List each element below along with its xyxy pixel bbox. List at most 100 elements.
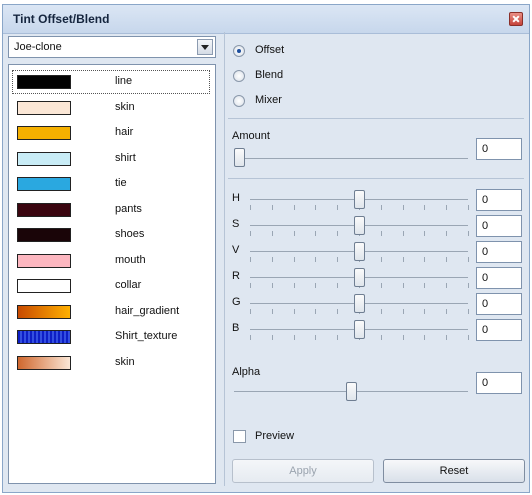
list-item[interactable]: shirt: [13, 148, 209, 170]
color-swatch: [17, 151, 71, 166]
list-item[interactable]: tie: [13, 173, 209, 195]
slider-tick: [250, 283, 251, 288]
amount-slider-track[interactable]: [234, 158, 468, 159]
list-item[interactable]: skin: [13, 352, 209, 374]
channel-slider-thumb[interactable]: [354, 216, 365, 235]
mode-blend-radio[interactable]: Blend: [233, 68, 433, 86]
color-swatch: [17, 126, 71, 140]
pane-divider: [224, 32, 225, 486]
slider-tick: [402, 309, 404, 314]
channel-label: R: [232, 270, 240, 282]
channel-value-field[interactable]: 0: [476, 293, 522, 315]
color-swatch: [17, 355, 71, 370]
slider-tick: [337, 335, 339, 340]
list-item[interactable]: Shirt_texture: [13, 326, 209, 348]
slider-tick: [337, 205, 339, 210]
character-select[interactable]: Joe-clone: [8, 36, 216, 58]
slider-tick: [271, 335, 273, 340]
slider-tick: [293, 283, 295, 288]
window-title: Tint Offset/Blend: [13, 12, 110, 26]
slider-tick: [424, 205, 426, 210]
apply-button[interactable]: Apply: [232, 459, 374, 483]
channel-label: S: [232, 218, 240, 230]
list-item-label: skin: [115, 100, 135, 113]
mode-offset-radio[interactable]: Offset: [233, 43, 433, 61]
channel-value-field[interactable]: 0: [476, 241, 522, 263]
mode-mixer-label: Mixer: [255, 94, 282, 106]
preview-checkbox[interactable]: [233, 430, 246, 443]
slider-tick: [315, 205, 317, 210]
alpha-slider-thumb[interactable]: [346, 382, 357, 401]
slider-tick: [424, 309, 426, 314]
slider-tick: [315, 283, 317, 288]
list-item[interactable]: hair_gradient: [13, 301, 209, 323]
radio-off-icon: [233, 70, 245, 82]
list-item-label: mouth: [115, 253, 146, 266]
color-swatch: [17, 100, 71, 115]
list-item[interactable]: skin: [13, 97, 209, 119]
channel-value-field[interactable]: 0: [476, 319, 522, 341]
channel-value-field[interactable]: 0: [476, 267, 522, 289]
slider-tick: [446, 205, 448, 210]
slider-tick: [402, 335, 404, 340]
slider-tick: [293, 205, 295, 210]
slider-tick: [315, 231, 317, 236]
color-swatch: [17, 304, 71, 319]
color-swatch: [17, 279, 71, 293]
slider-tick: [315, 309, 317, 314]
list-item-label: shirt: [115, 151, 136, 164]
slider-tick: [315, 335, 317, 340]
list-item[interactable]: collar: [13, 275, 209, 297]
slider-tick: [293, 257, 295, 262]
slider-tick: [271, 231, 273, 236]
slider-tick: [468, 231, 469, 236]
list-item-label: line: [115, 75, 133, 87]
list-item[interactable]: pants: [13, 199, 209, 221]
slider-tick: [293, 231, 295, 236]
list-item[interactable]: mouth: [13, 250, 209, 272]
channel-value-field[interactable]: 0: [476, 215, 522, 237]
color-style-list[interactable]: line skin hair shirt tie pants shoes mouth colla…: [8, 64, 216, 484]
slider-tick: [424, 257, 426, 262]
channel-slider-thumb[interactable]: [354, 242, 365, 261]
slider-tick: [402, 283, 404, 288]
channel-value-field[interactable]: 0: [476, 189, 522, 211]
close-icon[interactable]: [509, 12, 523, 26]
color-swatch: [17, 202, 71, 217]
slider-tick: [293, 335, 295, 340]
alpha-value-field[interactable]: 0: [476, 372, 522, 394]
chevron-down-icon[interactable]: [197, 39, 213, 55]
mode-mixer-radio[interactable]: Mixer: [233, 93, 433, 111]
amount-value-field[interactable]: 0: [476, 138, 522, 160]
channel-label: B: [232, 322, 240, 334]
slider-tick: [424, 231, 426, 236]
slider-tick: [250, 205, 251, 210]
reset-button[interactable]: Reset: [383, 459, 525, 483]
amount-slider-thumb[interactable]: [234, 148, 245, 167]
slider-tick: [380, 231, 382, 236]
slider-tick: [271, 257, 273, 262]
slider-tick: [293, 309, 295, 314]
channel-slider-thumb[interactable]: [354, 190, 365, 209]
slider-tick: [271, 309, 273, 314]
color-swatch: [17, 75, 71, 89]
slider-tick: [446, 231, 448, 236]
slider-tick: [380, 283, 382, 288]
color-swatch: [17, 253, 71, 268]
list-item-label: pants: [115, 202, 142, 215]
channel-slider-thumb[interactable]: [354, 320, 365, 339]
list-item-label: hair: [115, 126, 134, 138]
slider-tick: [402, 257, 404, 262]
channel-slider-thumb[interactable]: [354, 268, 365, 287]
list-item[interactable]: shoes: [13, 224, 209, 246]
list-item-label: collar: [115, 279, 142, 291]
channel-slider-thumb[interactable]: [354, 294, 365, 313]
slider-tick: [337, 309, 339, 314]
radio-off-icon: [233, 95, 245, 107]
channel-label: G: [232, 296, 241, 308]
slider-tick: [250, 335, 251, 340]
list-item[interactable]: line: [12, 70, 210, 94]
list-item[interactable]: hair: [13, 122, 209, 144]
slider-tick: [468, 205, 469, 210]
slider-tick: [402, 231, 404, 236]
